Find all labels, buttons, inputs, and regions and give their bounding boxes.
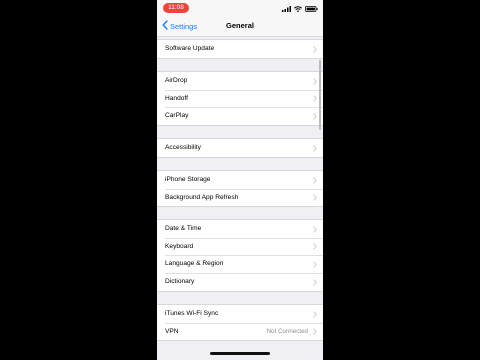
row-keyboard[interactable]: Keyboard <box>157 237 323 256</box>
row-carplay[interactable]: CarPlay <box>157 107 323 125</box>
row-label: iTunes Wi-Fi Sync <box>165 310 219 317</box>
chevron-right-icon <box>313 261 317 268</box>
row-label: iPhone Storage <box>165 176 211 183</box>
row-dictionary[interactable]: Dictionary <box>157 273 323 291</box>
chevron-right-icon <box>313 77 317 85</box>
row-language-region[interactable]: Language & Region <box>157 255 323 273</box>
row-software-update[interactable]: Software Update <box>157 40 323 58</box>
status-time: 11:08 <box>163 3 189 13</box>
chevron-right-icon <box>313 113 317 120</box>
scroll-indicator[interactable] <box>319 60 321 130</box>
row-label: Keyboard <box>165 242 194 250</box>
battery-icon <box>305 0 318 17</box>
page-title: General <box>226 21 254 30</box>
row-date-time[interactable]: Date & Time <box>157 220 323 238</box>
home-indicator[interactable] <box>210 352 270 355</box>
phone-screen: 11:08 Settings General Software Update A… <box>157 0 323 360</box>
row-label: Accessibility <box>165 144 201 151</box>
row-label: CarPlay <box>165 112 189 120</box>
chevron-right-icon <box>313 45 317 53</box>
settings-group-continuity: AirDrop Handoff CarPlay <box>157 71 323 127</box>
settings-group-software: Software Update <box>157 39 323 59</box>
chevron-right-icon <box>313 176 317 184</box>
row-label: Handoff <box>165 94 188 102</box>
row-label: AirDrop <box>165 77 188 84</box>
settings-group-language: Date & Time Keyboard Language & Region D… <box>157 219 323 292</box>
chevron-right-icon <box>313 278 317 286</box>
row-handoff[interactable]: Handoff <box>157 89 323 108</box>
settings-group-network: iTunes Wi-Fi Sync VPN Not Connected <box>157 304 323 342</box>
chevron-right-icon <box>313 310 317 318</box>
cellular-signal-icon <box>282 0 291 17</box>
row-label: VPN <box>165 327 179 335</box>
row-vpn[interactable]: VPN Not Connected <box>157 322 323 341</box>
row-label: Dictionary <box>165 278 195 286</box>
chevron-right-icon <box>313 95 317 102</box>
settings-group-storage: iPhone Storage Background App Refresh <box>157 170 323 208</box>
row-accessibility[interactable]: Accessibility <box>157 139 323 157</box>
settings-group-accessibility: Accessibility <box>157 138 323 158</box>
row-iphone-storage[interactable]: iPhone Storage <box>157 171 323 189</box>
row-background-app-refresh[interactable]: Background App Refresh <box>157 188 323 207</box>
row-label: Software Update <box>165 45 215 52</box>
chevron-right-icon <box>313 243 317 250</box>
chevron-right-icon <box>313 144 317 152</box>
wifi-icon <box>293 0 303 17</box>
status-icons <box>282 4 318 12</box>
row-label: Date & Time <box>165 225 202 232</box>
row-label: Language & Region <box>165 260 224 268</box>
chevron-right-icon <box>313 328 317 335</box>
chevron-right-icon <box>313 194 317 201</box>
navigation-bar: Settings General <box>157 16 323 37</box>
row-label: Background App Refresh <box>165 193 239 201</box>
row-itunes-wifi-sync[interactable]: iTunes Wi-Fi Sync <box>157 305 323 323</box>
row-airdrop[interactable]: AirDrop <box>157 72 323 90</box>
chevron-right-icon <box>313 225 317 233</box>
vpn-status: Not Connected <box>266 327 308 335</box>
status-bar: 11:08 <box>157 0 323 16</box>
